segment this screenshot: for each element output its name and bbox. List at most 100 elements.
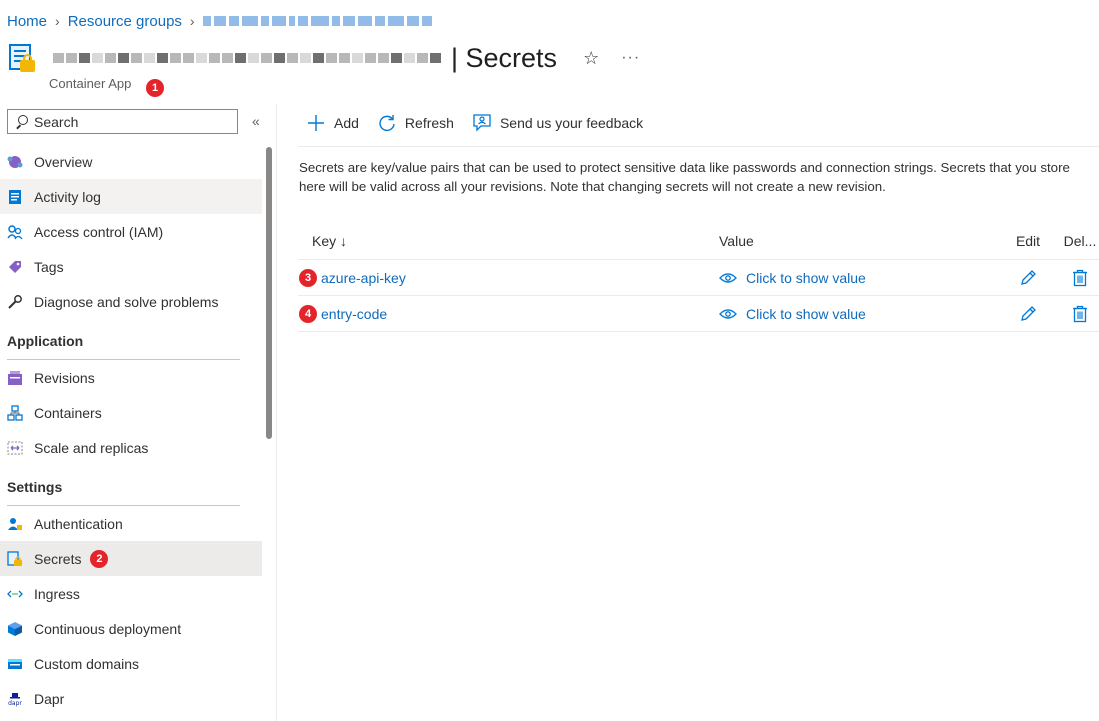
wrench-icon xyxy=(7,294,23,310)
containers-icon xyxy=(7,404,23,421)
sidebar-search[interactable] xyxy=(7,109,238,134)
show-value-label: Click to show value xyxy=(746,269,866,286)
sidebar-section-settings: Settings xyxy=(0,465,262,506)
sidebar-item-label: Continuous deployment xyxy=(34,620,182,637)
edit-pencil-icon[interactable] xyxy=(1019,305,1037,323)
table-row: 4 entry-code Click to show value xyxy=(298,296,1099,332)
annotation-badge: 1 xyxy=(146,79,164,97)
dapr-icon: dapr xyxy=(7,691,23,707)
refresh-icon xyxy=(377,113,397,133)
breadcrumb-home[interactable]: Home xyxy=(7,13,47,30)
sidebar-item-tags[interactable]: Tags xyxy=(0,249,262,284)
sidebar-item-label: Secrets xyxy=(34,550,82,567)
column-header-key[interactable]: Key ↓ xyxy=(298,233,719,249)
secret-key-link[interactable]: entry-code xyxy=(321,306,387,322)
sidebar-item-label: Diagnose and solve problems xyxy=(34,293,219,310)
sidebar-item-label: Ingress xyxy=(34,585,80,602)
sidebar-item-scale[interactable]: Scale and replicas xyxy=(0,430,262,465)
sidebar-item-continuous-deployment[interactable]: Continuous deployment xyxy=(0,611,262,646)
chevron-right-icon: › xyxy=(55,13,60,29)
feedback-button[interactable]: Send us your feedback xyxy=(472,113,643,133)
sidebar-divider xyxy=(276,104,277,721)
sidebar-item-revisions[interactable]: Revisions xyxy=(0,360,262,395)
annotation-badge: 3 xyxy=(299,269,317,287)
sidebar-item-overview[interactable]: Overview xyxy=(0,144,262,179)
sidebar-item-label: Containers xyxy=(34,404,102,421)
tag-icon xyxy=(7,259,23,275)
breadcrumb-redacted-resource[interactable] xyxy=(202,16,432,26)
more-options-icon[interactable]: ··· xyxy=(621,49,640,67)
column-header-delete: Del... xyxy=(1063,232,1097,249)
show-value-link[interactable]: Click to show value xyxy=(719,270,995,286)
sidebar-nav: Overview Activity log Access control (IA… xyxy=(0,144,262,716)
iam-icon xyxy=(7,224,23,240)
sidebar-item-custom-domains[interactable]: Custom domains xyxy=(0,646,262,681)
revisions-icon xyxy=(7,370,23,386)
chevron-right-icon: › xyxy=(189,13,195,29)
sidebar-item-label: Access control (IAM) xyxy=(34,223,164,240)
sidebar: « Overview Activity log Access control (… xyxy=(0,104,262,721)
sidebar-item-iam[interactable]: Access control (IAM) xyxy=(0,214,262,249)
sidebar-item-ingress[interactable]: Ingress xyxy=(0,576,262,611)
eye-icon xyxy=(719,308,737,320)
activity-log-icon xyxy=(7,189,23,205)
secrets-icon xyxy=(7,550,23,567)
sidebar-item-label: Dapr xyxy=(34,690,65,707)
deployment-icon xyxy=(7,621,23,637)
feedback-button-label: Send us your feedback xyxy=(499,115,644,131)
sidebar-item-label: Tags xyxy=(34,258,64,275)
search-input[interactable] xyxy=(34,113,224,130)
page-title: | Secrets xyxy=(451,42,558,73)
page-header: | Secrets ☆ ··· xyxy=(7,40,640,76)
refresh-button[interactable]: Refresh xyxy=(377,113,454,133)
sidebar-item-label: Overview xyxy=(34,153,93,170)
scale-icon xyxy=(7,440,23,456)
sidebar-item-label: Authentication xyxy=(34,515,123,532)
sidebar-item-label: Activity log xyxy=(34,188,101,205)
search-icon xyxy=(15,115,28,128)
sidebar-section-application: Application xyxy=(0,319,262,360)
command-bar: Add Refresh Send us your feedback xyxy=(306,111,661,135)
collapse-sidebar-icon[interactable]: « xyxy=(252,113,260,129)
eye-icon xyxy=(719,272,737,284)
container-app-secrets-icon xyxy=(7,42,39,74)
table-header: Key ↓ Value Edit Del... xyxy=(298,222,1099,260)
annotation-badge: 4 xyxy=(299,305,317,323)
svg-text:dapr: dapr xyxy=(8,700,22,707)
secrets-description: Secrets are key/value pairs that can be … xyxy=(299,160,1070,194)
secret-key-link[interactable]: azure-api-key xyxy=(321,270,406,286)
toolbar-divider xyxy=(298,146,1099,147)
sidebar-item-label: Custom domains xyxy=(34,655,140,672)
sidebar-item-authentication[interactable]: Authentication xyxy=(0,506,262,541)
add-button-label: Add xyxy=(334,115,359,131)
resource-type-subtitle: Container App xyxy=(49,76,132,91)
sidebar-scrollbar[interactable] xyxy=(266,147,272,439)
sidebar-item-label: Scale and replicas xyxy=(34,439,149,456)
authentication-icon xyxy=(7,516,23,532)
sidebar-item-secrets[interactable]: Secrets 2 xyxy=(0,541,262,576)
delete-trash-icon[interactable] xyxy=(1072,269,1088,287)
edit-pencil-icon[interactable] xyxy=(1019,269,1037,287)
sidebar-item-diagnose[interactable]: Diagnose and solve problems xyxy=(0,284,262,319)
refresh-button-label: Refresh xyxy=(404,115,454,131)
sidebar-item-containers[interactable]: Containers xyxy=(0,395,262,430)
sidebar-item-dapr[interactable]: dapr Dapr xyxy=(0,681,262,716)
sidebar-item-label: Revisions xyxy=(34,369,95,386)
breadcrumb-resource-groups[interactable]: Resource groups xyxy=(68,13,182,30)
favorite-star-icon[interactable]: ☆ xyxy=(583,48,599,69)
add-button[interactable]: Add xyxy=(306,113,359,133)
show-value-link[interactable]: Click to show value xyxy=(719,306,995,322)
breadcrumb: Home › Resource groups › xyxy=(7,10,432,32)
table-row: 3 azure-api-key Click to show value xyxy=(298,260,1099,296)
column-header-value: Value xyxy=(719,232,754,249)
feedback-icon xyxy=(472,113,492,133)
sidebar-item-activity-log[interactable]: Activity log xyxy=(0,179,262,214)
domains-icon xyxy=(7,656,23,672)
plus-icon xyxy=(306,113,326,133)
delete-trash-icon[interactable] xyxy=(1072,305,1088,323)
column-header-edit: Edit xyxy=(1015,232,1041,249)
overview-icon xyxy=(7,154,23,170)
redacted-app-name xyxy=(53,53,441,63)
annotation-badge: 2 xyxy=(90,549,109,568)
show-value-label: Click to show value xyxy=(746,305,866,322)
